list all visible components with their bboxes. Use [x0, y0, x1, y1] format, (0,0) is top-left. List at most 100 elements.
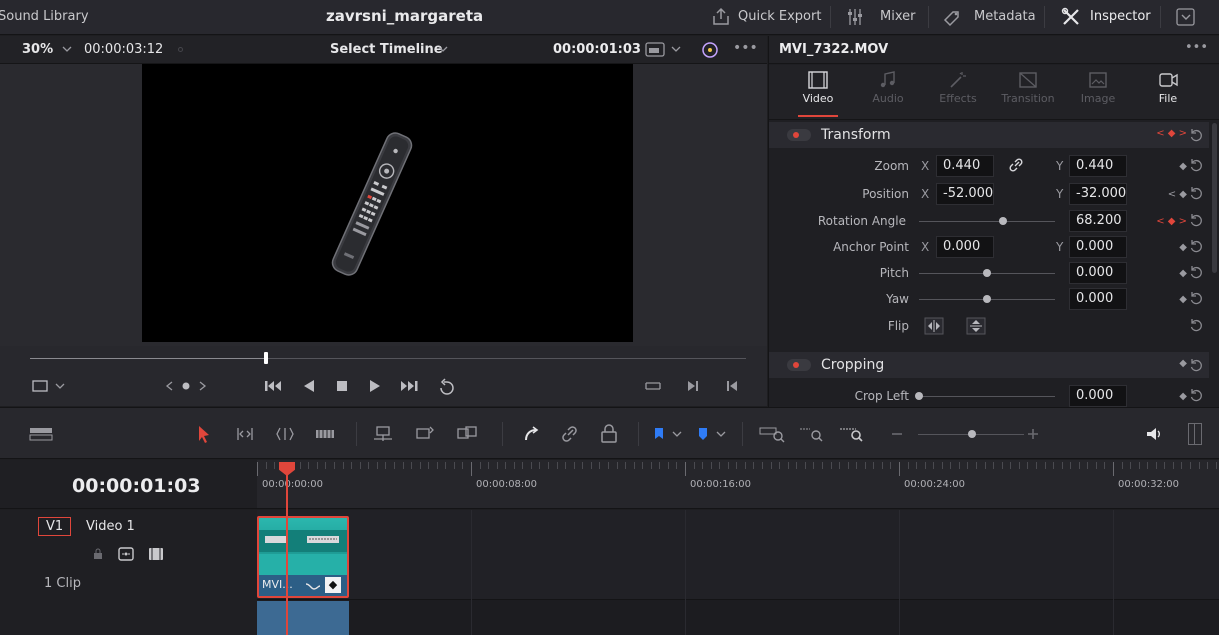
video-preview[interactable] — [142, 64, 633, 342]
mixer-button[interactable]: Mixer — [880, 9, 915, 24]
scrub-handle[interactable] — [264, 352, 269, 364]
tab-file[interactable]: File — [1134, 71, 1202, 117]
flag-icon[interactable] — [652, 424, 666, 444]
anchor-x-field[interactable]: 0.000 — [936, 236, 994, 258]
more-options-icon[interactable]: ••• — [1185, 40, 1208, 55]
metadata-button[interactable]: Metadata — [974, 9, 1036, 24]
quick-export-button[interactable]: Quick Export — [738, 9, 821, 24]
curve-icon[interactable] — [305, 580, 321, 592]
position-x-field[interactable]: -52.000 — [936, 183, 994, 205]
zoom-custom-icon[interactable] — [838, 424, 866, 444]
go-to-start-icon[interactable] — [263, 376, 283, 396]
audio-clip[interactable] — [257, 601, 349, 635]
rotation-slider-knob[interactable] — [999, 217, 1008, 225]
keyframe-nav-icon[interactable]: < ◆ > — [1156, 128, 1187, 139]
marker-icon[interactable] — [696, 424, 710, 444]
keyframe-icon[interactable]: ◆ — [1179, 391, 1187, 402]
track-badge-v1[interactable]: V1 — [38, 517, 72, 536]
reset-icon[interactable] — [1189, 213, 1203, 227]
flip-vertical-icon[interactable] — [966, 317, 986, 335]
play-reverse-icon[interactable] — [301, 376, 317, 396]
yaw-field[interactable]: 0.000 — [1069, 288, 1127, 310]
linked-selection-icon[interactable] — [559, 424, 581, 444]
anchor-y-field[interactable]: 0.000 — [1069, 236, 1127, 258]
viewer-format-icon[interactable] — [645, 41, 667, 59]
link-icon[interactable] — [1009, 158, 1023, 172]
timeline-zoom-knob[interactable] — [968, 430, 976, 438]
pitch-slider-knob[interactable] — [983, 269, 991, 277]
chevron-down-icon[interactable] — [438, 45, 448, 53]
zoom-y-field[interactable]: 0.440 — [1069, 155, 1127, 177]
keyframe-icon[interactable]: ◆ — [325, 577, 341, 593]
crop-left-slider-track[interactable] — [919, 396, 1055, 397]
zoom-detail-icon[interactable] — [798, 424, 826, 444]
keyframe-icon[interactable]: ◆ — [1179, 358, 1187, 369]
reset-icon[interactable] — [1189, 158, 1203, 172]
insert-clip-icon[interactable] — [372, 424, 394, 444]
playhead[interactable] — [286, 470, 288, 635]
jog-icon[interactable] — [164, 376, 208, 396]
inspector-button[interactable]: Inspector — [1090, 9, 1151, 24]
sound-library-button[interactable]: Sound Library — [0, 9, 89, 24]
inspector-icon[interactable] — [1060, 6, 1082, 28]
rotation-field[interactable]: 68.200 — [1069, 210, 1127, 232]
keyframe-icon[interactable]: ◆ — [1179, 242, 1187, 253]
blade-tool-icon[interactable] — [314, 424, 336, 444]
rotation-slider-track[interactable] — [919, 221, 1055, 222]
mark-in-icon[interactable] — [684, 376, 702, 396]
pitch-field[interactable]: 0.000 — [1069, 262, 1127, 284]
position-y-field[interactable]: -32.000 — [1069, 183, 1127, 205]
chevron-down-icon[interactable] — [716, 424, 726, 444]
play-icon[interactable] — [367, 376, 383, 396]
track-lane[interactable]: MVI... ◆ — [257, 510, 1219, 635]
tab-video[interactable]: Video — [784, 71, 852, 117]
position-lock-icon[interactable] — [598, 424, 620, 444]
dynamic-trim-icon[interactable] — [274, 424, 296, 444]
reset-icon[interactable] — [1189, 318, 1203, 332]
trim-tool-icon[interactable] — [234, 424, 256, 444]
speaker-icon[interactable] — [1144, 424, 1164, 444]
replace-clip-icon[interactable] — [456, 424, 478, 444]
zoom-x-field[interactable]: 0.440 — [936, 155, 994, 177]
timeline-view-options-icon[interactable] — [28, 424, 54, 444]
zoom-level-dropdown[interactable]: 30% — [22, 42, 53, 57]
yaw-slider-knob[interactable] — [983, 295, 991, 303]
reset-icon[interactable] — [1189, 128, 1203, 142]
fx-icon[interactable] — [699, 40, 721, 60]
cropping-section-header[interactable]: Cropping ◆ — [769, 352, 1209, 378]
disable-track-icon[interactable] — [148, 547, 164, 561]
inspector-scrollbar[interactable] — [1212, 123, 1217, 273]
auto-select-icon[interactable] — [118, 547, 134, 561]
keyframe-nav-icon[interactable]: < ◆ > — [1156, 216, 1187, 227]
loop-icon[interactable] — [436, 376, 458, 396]
chevron-down-icon[interactable] — [62, 45, 72, 53]
more-options-icon[interactable]: ••• — [733, 40, 758, 56]
go-to-end-icon[interactable] — [398, 376, 420, 396]
reset-icon[interactable] — [1189, 265, 1203, 279]
chevron-down-icon[interactable] — [55, 376, 65, 396]
keyframe-icon[interactable]: ◆ — [1179, 268, 1187, 279]
snapping-icon[interactable] — [520, 424, 542, 444]
timeline-ruler[interactable]: 00:00:00:00 00:00:08:00 00:00:16:00 00:0… — [257, 460, 1219, 509]
track-name[interactable]: Video 1 — [86, 519, 135, 534]
crop-view-icon[interactable] — [31, 376, 49, 396]
keyframe-icon[interactable]: ◆ — [1179, 294, 1187, 305]
keyframe-nav-icon[interactable]: < ◆ — [1168, 189, 1187, 200]
crop-left-field[interactable]: 0.000 — [1069, 385, 1127, 407]
crop-left-slider-knob[interactable] — [915, 392, 923, 400]
expand-panel-icon[interactable] — [1175, 6, 1197, 28]
keyframe-icon[interactable]: ◆ — [1179, 161, 1187, 172]
tab-transition[interactable]: Transition — [994, 71, 1062, 117]
match-frame-icon[interactable] — [643, 376, 663, 396]
tab-audio[interactable]: Audio — [854, 71, 922, 117]
chevron-down-icon[interactable] — [671, 45, 681, 53]
flip-horizontal-icon[interactable] — [924, 317, 944, 335]
timeline-clip[interactable]: MVI... ◆ — [257, 516, 349, 598]
export-icon[interactable] — [710, 6, 732, 28]
stop-icon[interactable] — [334, 376, 350, 396]
metadata-icon[interactable] — [942, 6, 964, 28]
reset-icon[interactable] — [1189, 358, 1203, 372]
transform-toggle[interactable] — [787, 129, 811, 141]
chevron-down-icon[interactable] — [672, 424, 682, 444]
cropping-toggle[interactable] — [787, 359, 811, 371]
